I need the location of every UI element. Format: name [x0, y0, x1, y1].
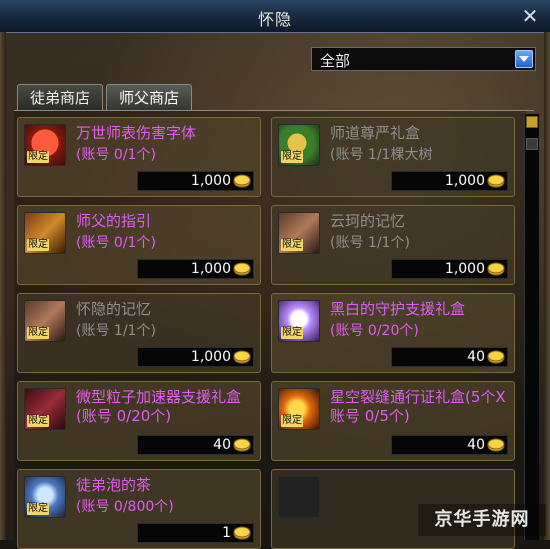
gold-gift-icon: 限定	[278, 124, 320, 166]
gold-coin-icon	[487, 350, 505, 364]
white-sparkle-icon: 限定	[278, 300, 320, 342]
item-name: 师道尊严礼盒	[330, 124, 421, 142]
item-name: 微型粒子加速器支援礼盒(账号 0/20个)	[76, 388, 242, 425]
item-price: 1,000	[190, 173, 231, 189]
item-limit: (账号 1/1棵大树	[330, 147, 433, 163]
item-limit: (账号 0/1个)	[76, 235, 156, 251]
price-box: 1,000	[137, 347, 254, 367]
price-box: 40	[391, 347, 508, 367]
item-price: 40	[467, 437, 485, 453]
item-limit: (账号 0/800个)	[76, 499, 174, 515]
shop-item-card[interactable]: 限定 怀隐的记忆 (账号 1/1个) 1,000	[17, 293, 261, 373]
item-name: 徒弟泡的茶	[76, 476, 152, 494]
item-price: 40	[467, 349, 485, 365]
item-price: 1	[222, 525, 231, 541]
item-name: 师父的指引	[76, 212, 152, 230]
shop-item-card[interactable]: 限定 微型粒子加速器支援礼盒(账号 0/20个) 40	[17, 381, 261, 461]
shop-item-card[interactable]: 限定 师父的指引 (账号 0/1个) 1,000	[17, 205, 261, 285]
item-name: 黑白的守护支援礼盒	[330, 300, 466, 318]
item-limit: (账号 0/1个)	[76, 147, 156, 163]
item-name: 星空裂缝通行证礼盒(5个X账号 0/5个)	[330, 388, 506, 425]
gold-coin-icon	[233, 350, 251, 364]
shop-item-card[interactable]: 限定 黑白的守护支援礼盒 (账号 0/20个) 40	[271, 293, 515, 373]
price-box: 1	[137, 523, 254, 543]
item-price: 1,000	[444, 173, 485, 189]
category-dropdown[interactable]: 全部	[311, 47, 536, 71]
shop-item-card[interactable]: 限定 徒弟泡的茶 (账号 0/800个) 1	[17, 469, 261, 549]
gold-coin-icon	[233, 262, 251, 276]
dropdown-selected-value: 全部	[320, 52, 351, 70]
title-bar: 怀隐 ✕	[0, 0, 550, 33]
price-box: 1,000	[391, 171, 508, 191]
scroll-thumb[interactable]	[526, 138, 538, 150]
tab-master-shop[interactable]: 师父商店	[106, 84, 192, 111]
site-watermark: 京华手游网	[418, 504, 546, 536]
limited-badge: 限定	[281, 327, 303, 339]
window-title: 怀隐	[257, 10, 292, 29]
limited-badge: 限定	[27, 327, 49, 339]
empty-item-slot	[278, 476, 320, 518]
price-box: 1,000	[137, 171, 254, 191]
tab-apprentice-shop[interactable]: 徒弟商店	[17, 84, 103, 111]
tea-cup-icon: 限定	[24, 476, 66, 518]
item-name: 万世师表伤害字体	[76, 124, 197, 142]
frame-left	[0, 32, 6, 540]
shop-item-card[interactable]: 限定 师道尊严礼盒 (账号 1/1棵大树 1,000	[271, 117, 515, 197]
gold-coin-icon	[487, 174, 505, 188]
close-icon[interactable]: ✕	[518, 4, 542, 28]
item-price: 1,000	[190, 349, 231, 365]
limited-badge: 限定	[27, 239, 49, 251]
limited-badge: 限定	[281, 151, 303, 163]
item-price: 1,000	[190, 261, 231, 277]
item-limit: (账号 0/20个)	[330, 323, 419, 339]
price-box: 1,000	[391, 259, 508, 279]
item-limit: (账号 1/1个)	[76, 323, 156, 339]
price-box: 1,000	[137, 259, 254, 279]
red-box-icon: 限定	[24, 388, 66, 430]
limited-badge: 限定	[27, 503, 49, 515]
limited-badge: 限定	[281, 239, 303, 251]
gold-coin-icon	[233, 438, 251, 452]
chevron-down-icon[interactable]	[515, 50, 533, 68]
brown-book-icon: 限定	[278, 212, 320, 254]
red-mushroom-icon: 限定	[24, 124, 66, 166]
gold-book-icon: 限定	[24, 212, 66, 254]
scrollbar-track[interactable]	[524, 114, 539, 540]
frame-right	[544, 32, 550, 540]
gold-coin-icon	[233, 526, 251, 540]
shop-item-card[interactable]: 限定 星空裂缝通行证礼盒(5个X账号 0/5个) 40	[271, 381, 515, 461]
scroll-up-arrow[interactable]	[526, 116, 538, 128]
brown-book-icon: 限定	[24, 300, 66, 342]
limited-badge: 限定	[27, 151, 49, 163]
fire-claw-icon: 限定	[278, 388, 320, 430]
shop-item-card[interactable]: 限定 万世师表伤害字体 (账号 0/1个) 1,000	[17, 117, 261, 197]
gold-coin-icon	[233, 174, 251, 188]
gold-coin-icon	[487, 262, 505, 276]
item-name: 怀隐的记忆	[76, 300, 152, 318]
item-price: 1,000	[444, 261, 485, 277]
price-box: 40	[137, 435, 254, 455]
limited-badge: 限定	[27, 415, 49, 427]
item-price: 40	[213, 437, 231, 453]
gold-coin-icon	[487, 438, 505, 452]
item-name: 云珂的记忆	[330, 212, 406, 230]
price-box: 40	[391, 435, 508, 455]
shop-item-card[interactable]: 限定 云珂的记忆 (账号 1/1个) 1,000	[271, 205, 515, 285]
item-limit: (账号 1/1个)	[330, 235, 410, 251]
limited-badge: 限定	[281, 415, 303, 427]
